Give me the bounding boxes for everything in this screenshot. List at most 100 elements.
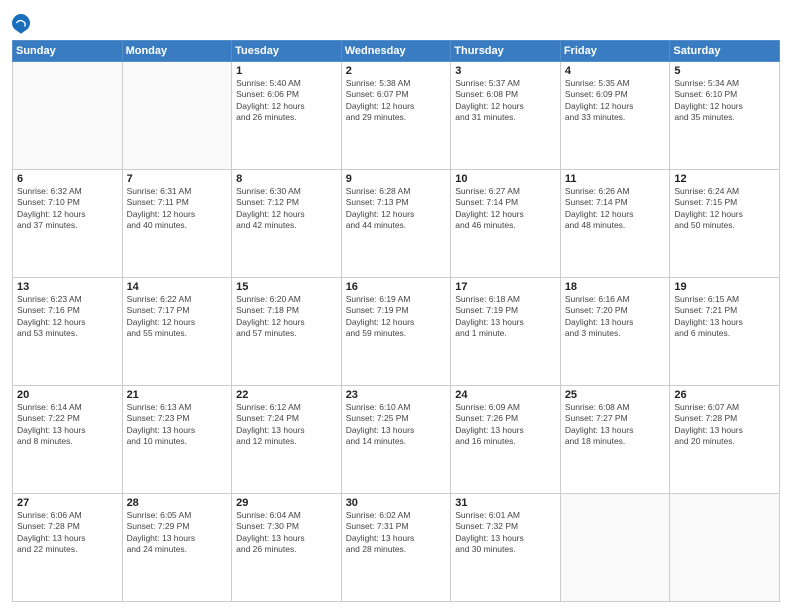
calendar-cell: 21Sunrise: 6:13 AM Sunset: 7:23 PM Dayli… bbox=[122, 386, 232, 494]
calendar-cell: 17Sunrise: 6:18 AM Sunset: 7:19 PM Dayli… bbox=[451, 278, 561, 386]
calendar-cell: 20Sunrise: 6:14 AM Sunset: 7:22 PM Dayli… bbox=[13, 386, 123, 494]
day-number: 8 bbox=[236, 173, 337, 185]
day-number: 27 bbox=[17, 497, 118, 509]
day-info: Sunrise: 6:12 AM Sunset: 7:24 PM Dayligh… bbox=[236, 402, 337, 448]
calendar-cell: 5Sunrise: 5:34 AM Sunset: 6:10 PM Daylig… bbox=[670, 62, 780, 170]
day-number: 26 bbox=[674, 389, 775, 401]
day-number: 29 bbox=[236, 497, 337, 509]
day-info: Sunrise: 6:26 AM Sunset: 7:14 PM Dayligh… bbox=[565, 186, 666, 232]
day-info: Sunrise: 6:07 AM Sunset: 7:28 PM Dayligh… bbox=[674, 402, 775, 448]
day-number: 6 bbox=[17, 173, 118, 185]
day-of-week-header: Monday bbox=[122, 41, 232, 62]
day-info: Sunrise: 6:13 AM Sunset: 7:23 PM Dayligh… bbox=[127, 402, 228, 448]
day-info: Sunrise: 6:15 AM Sunset: 7:21 PM Dayligh… bbox=[674, 294, 775, 340]
day-info: Sunrise: 6:10 AM Sunset: 7:25 PM Dayligh… bbox=[346, 402, 447, 448]
day-number: 18 bbox=[565, 281, 666, 293]
calendar-cell: 6Sunrise: 6:32 AM Sunset: 7:10 PM Daylig… bbox=[13, 170, 123, 278]
calendar-cell: 25Sunrise: 6:08 AM Sunset: 7:27 PM Dayli… bbox=[560, 386, 670, 494]
day-info: Sunrise: 5:40 AM Sunset: 6:06 PM Dayligh… bbox=[236, 78, 337, 124]
day-info: Sunrise: 6:14 AM Sunset: 7:22 PM Dayligh… bbox=[17, 402, 118, 448]
calendar: SundayMondayTuesdayWednesdayThursdayFrid… bbox=[12, 40, 780, 602]
day-of-week-header: Thursday bbox=[451, 41, 561, 62]
day-header-row: SundayMondayTuesdayWednesdayThursdayFrid… bbox=[13, 41, 780, 62]
day-info: Sunrise: 6:09 AM Sunset: 7:26 PM Dayligh… bbox=[455, 402, 556, 448]
calendar-cell: 30Sunrise: 6:02 AM Sunset: 7:31 PM Dayli… bbox=[341, 494, 451, 602]
calendar-week-row: 13Sunrise: 6:23 AM Sunset: 7:16 PM Dayli… bbox=[13, 278, 780, 386]
calendar-cell bbox=[670, 494, 780, 602]
day-info: Sunrise: 6:31 AM Sunset: 7:11 PM Dayligh… bbox=[127, 186, 228, 232]
day-number: 9 bbox=[346, 173, 447, 185]
calendar-cell: 10Sunrise: 6:27 AM Sunset: 7:14 PM Dayli… bbox=[451, 170, 561, 278]
day-number: 13 bbox=[17, 281, 118, 293]
day-info: Sunrise: 6:08 AM Sunset: 7:27 PM Dayligh… bbox=[565, 402, 666, 448]
day-of-week-header: Friday bbox=[560, 41, 670, 62]
calendar-week-row: 1Sunrise: 5:40 AM Sunset: 6:06 PM Daylig… bbox=[13, 62, 780, 170]
day-info: Sunrise: 6:19 AM Sunset: 7:19 PM Dayligh… bbox=[346, 294, 447, 340]
day-number: 16 bbox=[346, 281, 447, 293]
calendar-cell: 15Sunrise: 6:20 AM Sunset: 7:18 PM Dayli… bbox=[232, 278, 342, 386]
calendar-week-row: 27Sunrise: 6:06 AM Sunset: 7:28 PM Dayli… bbox=[13, 494, 780, 602]
calendar-cell: 13Sunrise: 6:23 AM Sunset: 7:16 PM Dayli… bbox=[13, 278, 123, 386]
day-number: 21 bbox=[127, 389, 228, 401]
day-info: Sunrise: 6:32 AM Sunset: 7:10 PM Dayligh… bbox=[17, 186, 118, 232]
day-of-week-header: Tuesday bbox=[232, 41, 342, 62]
day-number: 10 bbox=[455, 173, 556, 185]
day-number: 20 bbox=[17, 389, 118, 401]
day-info: Sunrise: 6:02 AM Sunset: 7:31 PM Dayligh… bbox=[346, 510, 447, 556]
logo-icon bbox=[12, 12, 30, 34]
day-info: Sunrise: 6:18 AM Sunset: 7:19 PM Dayligh… bbox=[455, 294, 556, 340]
calendar-cell: 1Sunrise: 5:40 AM Sunset: 6:06 PM Daylig… bbox=[232, 62, 342, 170]
day-of-week-header: Saturday bbox=[670, 41, 780, 62]
day-number: 4 bbox=[565, 65, 666, 77]
day-info: Sunrise: 6:05 AM Sunset: 7:29 PM Dayligh… bbox=[127, 510, 228, 556]
calendar-cell: 16Sunrise: 6:19 AM Sunset: 7:19 PM Dayli… bbox=[341, 278, 451, 386]
calendar-cell: 22Sunrise: 6:12 AM Sunset: 7:24 PM Dayli… bbox=[232, 386, 342, 494]
day-number: 23 bbox=[346, 389, 447, 401]
day-info: Sunrise: 6:27 AM Sunset: 7:14 PM Dayligh… bbox=[455, 186, 556, 232]
day-number: 1 bbox=[236, 65, 337, 77]
day-info: Sunrise: 6:30 AM Sunset: 7:12 PM Dayligh… bbox=[236, 186, 337, 232]
day-info: Sunrise: 6:28 AM Sunset: 7:13 PM Dayligh… bbox=[346, 186, 447, 232]
day-number: 24 bbox=[455, 389, 556, 401]
day-number: 11 bbox=[565, 173, 666, 185]
day-info: Sunrise: 6:20 AM Sunset: 7:18 PM Dayligh… bbox=[236, 294, 337, 340]
day-number: 14 bbox=[127, 281, 228, 293]
day-of-week-header: Wednesday bbox=[341, 41, 451, 62]
day-info: Sunrise: 6:23 AM Sunset: 7:16 PM Dayligh… bbox=[17, 294, 118, 340]
day-info: Sunrise: 5:37 AM Sunset: 6:08 PM Dayligh… bbox=[455, 78, 556, 124]
calendar-body: 1Sunrise: 5:40 AM Sunset: 6:06 PM Daylig… bbox=[13, 62, 780, 602]
header bbox=[12, 10, 780, 34]
calendar-cell: 12Sunrise: 6:24 AM Sunset: 7:15 PM Dayli… bbox=[670, 170, 780, 278]
calendar-cell: 28Sunrise: 6:05 AM Sunset: 7:29 PM Dayli… bbox=[122, 494, 232, 602]
calendar-cell bbox=[122, 62, 232, 170]
calendar-cell: 7Sunrise: 6:31 AM Sunset: 7:11 PM Daylig… bbox=[122, 170, 232, 278]
day-info: Sunrise: 6:04 AM Sunset: 7:30 PM Dayligh… bbox=[236, 510, 337, 556]
day-of-week-header: Sunday bbox=[13, 41, 123, 62]
day-number: 17 bbox=[455, 281, 556, 293]
day-number: 25 bbox=[565, 389, 666, 401]
day-number: 7 bbox=[127, 173, 228, 185]
calendar-cell: 11Sunrise: 6:26 AM Sunset: 7:14 PM Dayli… bbox=[560, 170, 670, 278]
day-number: 31 bbox=[455, 497, 556, 509]
calendar-cell: 9Sunrise: 6:28 AM Sunset: 7:13 PM Daylig… bbox=[341, 170, 451, 278]
day-number: 12 bbox=[674, 173, 775, 185]
calendar-cell: 23Sunrise: 6:10 AM Sunset: 7:25 PM Dayli… bbox=[341, 386, 451, 494]
calendar-cell: 2Sunrise: 5:38 AM Sunset: 6:07 PM Daylig… bbox=[341, 62, 451, 170]
page: SundayMondayTuesdayWednesdayThursdayFrid… bbox=[0, 0, 792, 612]
calendar-cell: 19Sunrise: 6:15 AM Sunset: 7:21 PM Dayli… bbox=[670, 278, 780, 386]
calendar-week-row: 20Sunrise: 6:14 AM Sunset: 7:22 PM Dayli… bbox=[13, 386, 780, 494]
day-info: Sunrise: 5:38 AM Sunset: 6:07 PM Dayligh… bbox=[346, 78, 447, 124]
calendar-cell: 3Sunrise: 5:37 AM Sunset: 6:08 PM Daylig… bbox=[451, 62, 561, 170]
calendar-cell: 8Sunrise: 6:30 AM Sunset: 7:12 PM Daylig… bbox=[232, 170, 342, 278]
day-info: Sunrise: 6:22 AM Sunset: 7:17 PM Dayligh… bbox=[127, 294, 228, 340]
calendar-cell: 29Sunrise: 6:04 AM Sunset: 7:30 PM Dayli… bbox=[232, 494, 342, 602]
day-number: 15 bbox=[236, 281, 337, 293]
calendar-cell: 4Sunrise: 5:35 AM Sunset: 6:09 PM Daylig… bbox=[560, 62, 670, 170]
calendar-cell: 27Sunrise: 6:06 AM Sunset: 7:28 PM Dayli… bbox=[13, 494, 123, 602]
calendar-header: SundayMondayTuesdayWednesdayThursdayFrid… bbox=[13, 41, 780, 62]
day-info: Sunrise: 6:16 AM Sunset: 7:20 PM Dayligh… bbox=[565, 294, 666, 340]
calendar-cell: 24Sunrise: 6:09 AM Sunset: 7:26 PM Dayli… bbox=[451, 386, 561, 494]
calendar-cell bbox=[560, 494, 670, 602]
calendar-week-row: 6Sunrise: 6:32 AM Sunset: 7:10 PM Daylig… bbox=[13, 170, 780, 278]
logo bbox=[12, 10, 32, 34]
